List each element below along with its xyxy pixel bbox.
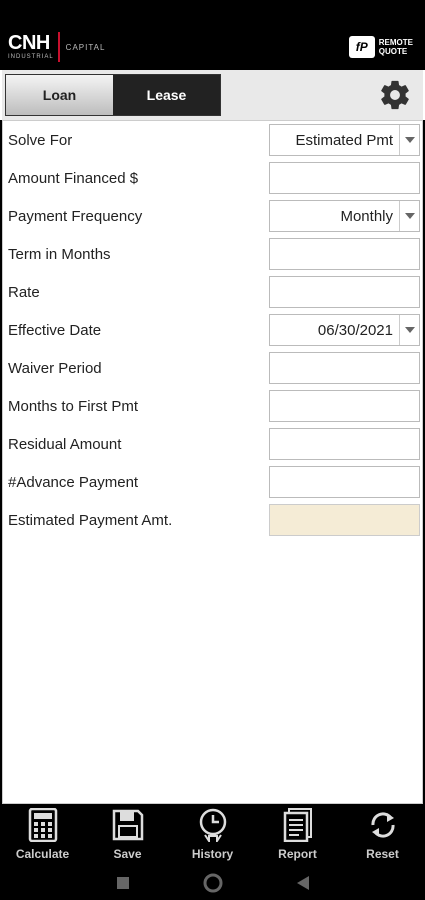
report-label: Report <box>278 847 317 861</box>
save-button[interactable]: Save <box>85 804 170 866</box>
app-header: CNH INDUSTRIAL CAPITAL fP REMOTE QUOTE <box>0 24 425 70</box>
remote-quote-badge-icon: fP <box>348 36 375 58</box>
tab-lease[interactable]: Lease <box>113 75 220 115</box>
back-triangle-icon <box>296 876 309 890</box>
payment-frequency-label: Payment Frequency <box>8 207 143 225</box>
residual-amount-label: Residual Amount <box>8 435 122 453</box>
rate-input[interactable] <box>269 276 420 308</box>
term-in-months-label: Term in Months <box>8 245 111 263</box>
row-term-in-months: Term in Months <box>3 235 422 273</box>
report-icon <box>283 808 312 842</box>
row-waiver-period: Waiver Period <box>3 349 422 387</box>
recents-button[interactable] <box>111 871 135 895</box>
brand-logo: CNH INDUSTRIAL CAPITAL <box>8 32 105 62</box>
save-icon <box>112 809 143 841</box>
tab-group: Loan Lease <box>5 74 221 116</box>
tab-bar: Loan Lease <box>0 70 425 120</box>
calculate-button[interactable]: Calculate <box>0 804 85 866</box>
tab-loan[interactable]: Loan <box>6 75 113 115</box>
effective-date-value: 06/30/2021 <box>317 321 393 339</box>
row-advance-payment: #Advance Payment <box>3 463 422 501</box>
report-button[interactable]: Report <box>255 804 340 866</box>
bottom-toolbar: Calculate Save History Report Reset <box>0 804 425 866</box>
row-amount-financed: Amount Financed $ <box>3 159 422 197</box>
save-label: Save <box>113 847 142 861</box>
solve-for-value: Estimated Pmt <box>295 131 393 149</box>
reset-button[interactable]: Reset <box>340 804 425 866</box>
caret-down-icon <box>404 137 415 143</box>
gear-icon <box>381 80 409 110</box>
months-to-first-pmt-label: Months to First Pmt <box>8 397 139 415</box>
circle-icon <box>203 873 222 893</box>
waiver-period-input[interactable] <box>269 352 420 384</box>
remote-quote-line1: REMOTE <box>378 38 413 47</box>
rate-label: Rate <box>8 283 40 301</box>
reset-icon <box>370 812 395 838</box>
history-button[interactable]: History <box>170 804 255 866</box>
history-label: History <box>191 847 234 861</box>
amount-financed-label: Amount Financed $ <box>8 169 139 187</box>
caret-down-icon <box>404 327 415 333</box>
home-button[interactable] <box>201 871 225 895</box>
brand-name: CNH <box>8 31 50 54</box>
system-navigation-bar <box>0 866 425 900</box>
advance-payment-label: #Advance Payment <box>8 473 139 491</box>
square-icon <box>116 877 129 889</box>
effective-date-select[interactable]: 06/30/2021 <box>269 314 420 346</box>
row-months-to-first-pmt: Months to First Pmt <box>3 387 422 425</box>
estimated-payment-amt-field <box>269 504 420 536</box>
history-icon <box>199 808 226 842</box>
row-rate: Rate <box>3 273 422 311</box>
advance-payment-input[interactable] <box>269 466 420 498</box>
settings-button[interactable] <box>377 77 413 113</box>
row-residual-amount: Residual Amount <box>3 425 422 463</box>
residual-amount-input[interactable] <box>269 428 420 460</box>
remote-quote-line2: QUOTE <box>378 47 408 56</box>
effective-date-label: Effective Date <box>8 321 102 339</box>
row-solve-for: Solve For Estimated Pmt <box>3 121 422 159</box>
reset-label: Reset <box>366 847 399 861</box>
solve-for-select[interactable]: Estimated Pmt <box>269 124 420 156</box>
term-in-months-input[interactable] <box>269 238 420 270</box>
brand-divider <box>57 32 60 62</box>
payment-frequency-value: Monthly <box>340 207 393 225</box>
calculator-icon <box>28 808 57 842</box>
brand-capital: CAPITAL <box>65 42 106 52</box>
row-effective-date: Effective Date 06/30/2021 <box>3 311 422 349</box>
amount-financed-input[interactable] <box>269 162 420 194</box>
caret-down-icon <box>404 213 415 219</box>
lease-form: Solve For Estimated Pmt Amount Financed … <box>2 120 423 804</box>
brand-subtitle: INDUSTRIAL <box>8 53 54 60</box>
estimated-payment-amt-label: Estimated Payment Amt. <box>8 511 173 529</box>
status-bar <box>0 0 425 24</box>
payment-frequency-select[interactable]: Monthly <box>269 200 420 232</box>
waiver-period-label: Waiver Period <box>8 359 102 377</box>
remote-quote-logo: fP REMOTE QUOTE <box>348 36 413 58</box>
row-estimated-payment-amt: Estimated Payment Amt. <box>3 501 422 539</box>
solve-for-label: Solve For <box>8 131 73 149</box>
calculate-label: Calculate <box>15 847 70 861</box>
months-to-first-pmt-input[interactable] <box>269 390 420 422</box>
row-payment-frequency: Payment Frequency Monthly <box>3 197 422 235</box>
back-button[interactable] <box>291 871 315 895</box>
